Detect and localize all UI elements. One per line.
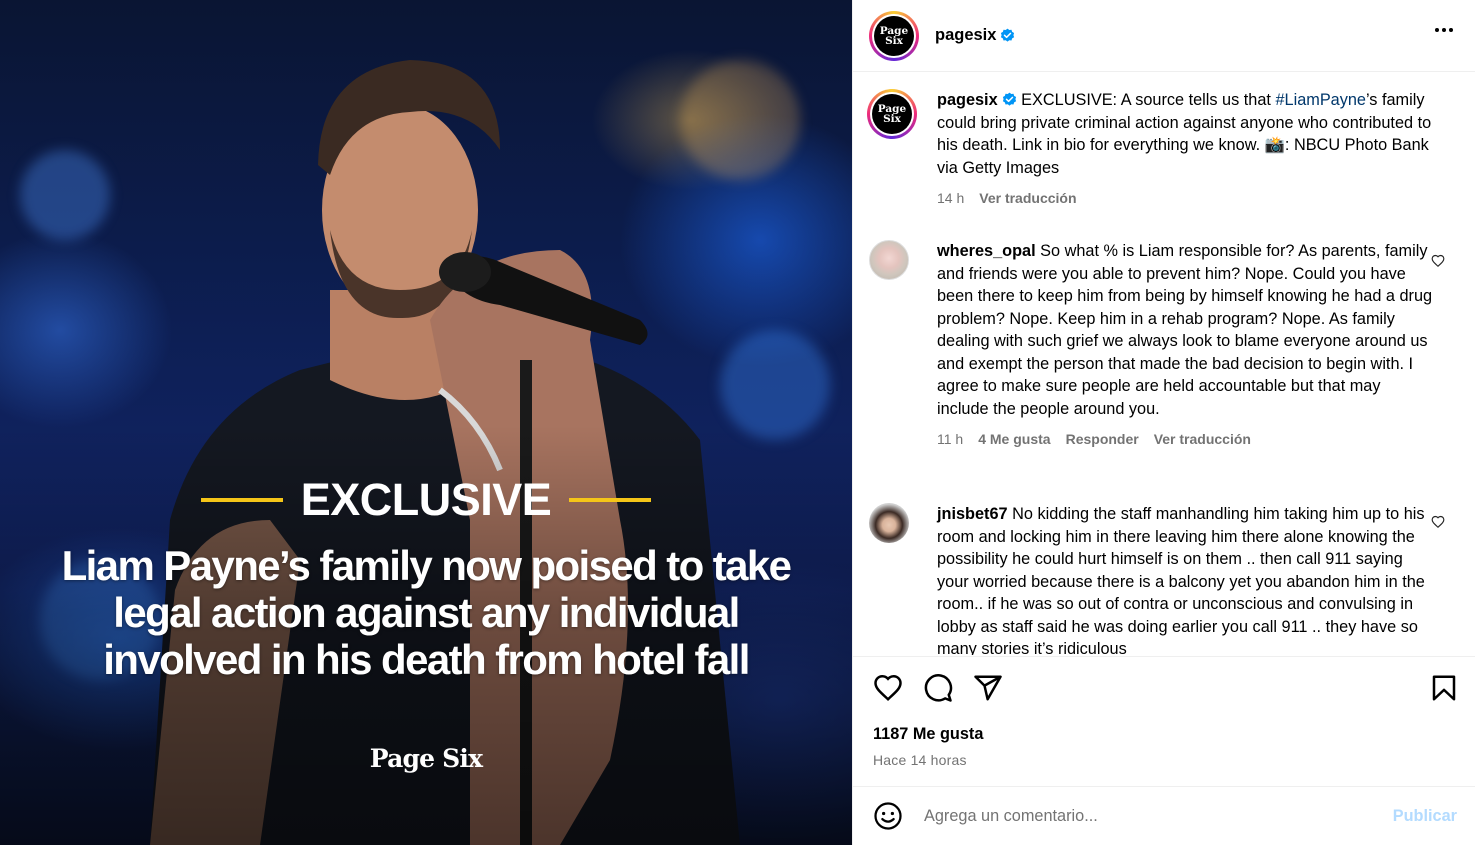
comment-text: So what % is Liam responsible for? As pa… bbox=[937, 242, 1433, 418]
verified-badge-icon bbox=[1001, 28, 1015, 42]
comment-meta: 11 h 4 Me gusta Responder Ver traducción bbox=[937, 428, 1433, 451]
caption-text: EXCLUSIVE: A source tells us that bbox=[1016, 91, 1276, 109]
accent-line bbox=[200, 498, 283, 502]
pagesix-logo: Page Six bbox=[872, 94, 912, 134]
post-caption: Page Six pagesix EXCLUSIVE: A source tel… bbox=[867, 89, 1459, 210]
comment-item: jnisbet67 No kidding the staff manhandli… bbox=[869, 503, 1459, 655]
header-username[interactable]: pagesix bbox=[935, 26, 996, 45]
accent-line bbox=[569, 498, 652, 502]
post-actions: 1187 Me gusta Hace 14 horas bbox=[853, 656, 1475, 786]
caption-time[interactable]: 14 h bbox=[937, 187, 964, 210]
avatar[interactable]: Page Six bbox=[869, 10, 919, 61]
avatar[interactable] bbox=[869, 240, 909, 280]
more-options-icon[interactable] bbox=[1435, 28, 1453, 32]
exclusive-banner: EXCLUSIVE bbox=[0, 474, 852, 526]
like-comment-heart-icon[interactable] bbox=[1431, 515, 1445, 529]
comment-username[interactable]: wheres_opal bbox=[937, 242, 1036, 260]
translate-link[interactable]: Ver traducción bbox=[1154, 428, 1251, 451]
share-icon[interactable] bbox=[973, 673, 1003, 703]
comment-time[interactable]: 11 h bbox=[937, 428, 963, 451]
exclusive-label: EXCLUSIVE bbox=[300, 474, 552, 525]
heart-icon[interactable] bbox=[873, 673, 903, 703]
image-headline: Liam Payne’s family now poised to take l… bbox=[61, 542, 792, 683]
likes-count[interactable]: 1187 Me gusta bbox=[873, 725, 983, 744]
comment-input[interactable] bbox=[924, 806, 1344, 826]
logo-text-line2: Six bbox=[883, 113, 901, 125]
caption-username[interactable]: pagesix bbox=[937, 91, 998, 109]
comment-text: No kidding the staff manhandling him tak… bbox=[937, 505, 1425, 655]
emoji-icon[interactable] bbox=[873, 801, 903, 831]
caption-avatar[interactable]: Page Six bbox=[867, 89, 917, 139]
comment-username[interactable]: jnisbet67 bbox=[937, 505, 1008, 523]
comment-icon[interactable] bbox=[923, 673, 953, 703]
caption-meta: 14 h Ver traducción bbox=[937, 187, 1433, 210]
bookmark-icon[interactable] bbox=[1429, 673, 1459, 703]
comments-list[interactable]: Page Six pagesix EXCLUSIVE: A source tel… bbox=[853, 73, 1475, 655]
logo-text-line2: Six bbox=[885, 34, 903, 47]
translate-link[interactable]: Ver traducción bbox=[979, 187, 1076, 210]
post-image[interactable]: EXCLUSIVE Liam Payne’s family now poised… bbox=[0, 0, 852, 845]
post-time[interactable]: Hace 14 horas bbox=[873, 752, 967, 768]
pagesix-logo: Page Six bbox=[874, 15, 914, 56]
page-six-wordmark: Page Six bbox=[369, 744, 483, 773]
comment-likes[interactable]: 4 Me gusta bbox=[978, 428, 1050, 451]
add-comment-bar: Publicar bbox=[853, 786, 1475, 845]
like-comment-heart-icon[interactable] bbox=[1431, 254, 1445, 268]
verified-badge-icon bbox=[1002, 92, 1016, 106]
reply-button[interactable]: Responder bbox=[1066, 428, 1139, 451]
avatar[interactable] bbox=[869, 503, 909, 543]
hashtag-link[interactable]: #LiamPayne bbox=[1275, 91, 1366, 109]
comment-item: wheres_opal So what % is Liam responsibl… bbox=[869, 240, 1459, 451]
post-side-panel: Page Six pagesix Page Six pagesix EXCLUS… bbox=[852, 0, 1475, 845]
publish-button[interactable]: Publicar bbox=[1393, 807, 1457, 826]
post-header: Page Six pagesix bbox=[853, 0, 1475, 72]
logo-text-line1: Page bbox=[879, 24, 909, 37]
